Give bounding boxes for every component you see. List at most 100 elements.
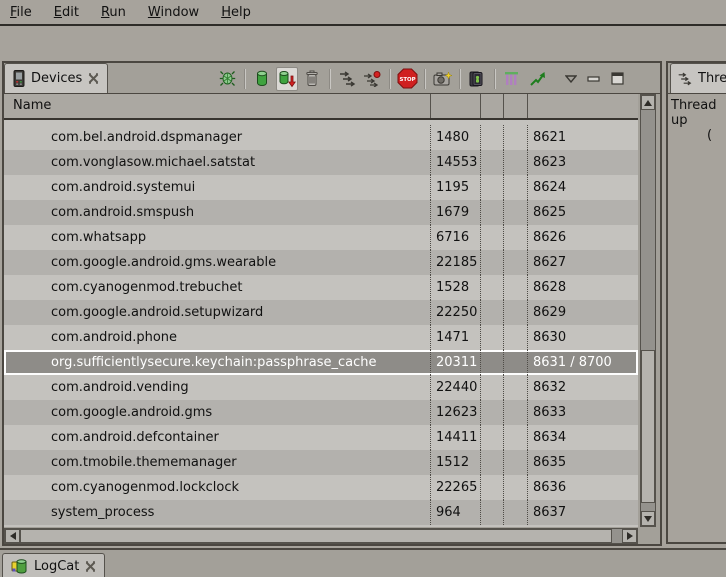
cell-empty1: [480, 400, 503, 425]
menu-item-edit[interactable]: Edit: [54, 5, 79, 20]
cell-empty2: [503, 250, 527, 275]
table-row[interactable]: com.bel.android.dspmanager 1480 8621: [4, 125, 638, 150]
toolbar-separator: [241, 69, 248, 89]
table-row[interactable]: org.sufficientlysecure.keychain:passphra…: [4, 350, 638, 375]
cell-pid: 6716: [430, 225, 480, 250]
table-row[interactable]: com.whatsapp 6716 8626: [4, 225, 638, 250]
cell-pid: 22265: [430, 475, 480, 500]
table-row[interactable]: com.google.android.setupwizard 22250 862…: [4, 300, 638, 325]
logcat-icon: [11, 559, 28, 574]
column-header-pid[interactable]: [430, 94, 480, 118]
cell-process-name: com.cyanogenmod.lockclock: [4, 475, 430, 500]
menu-item-window[interactable]: Window: [148, 5, 199, 20]
cell-pid: 22440: [430, 375, 480, 400]
cell-empty1: [480, 450, 503, 475]
cell-empty2: [503, 500, 527, 525]
cell-port: 8634: [527, 425, 638, 450]
minimize-icon[interactable]: [587, 74, 601, 83]
cell-empty1: [480, 275, 503, 300]
table-row[interactable]: com.vonglasow.michael.satstat 14553 8623: [4, 150, 638, 175]
threads-tabrow: Threa: [668, 63, 726, 94]
table-row[interactable]: com.android.vending 22440 8632: [4, 375, 638, 400]
table-row[interactable]: com.cyanogenmod.lockclock 22265 8636: [4, 475, 638, 500]
start-method-profiling-icon[interactable]: [361, 67, 383, 91]
horizontal-scrollbar[interactable]: [4, 528, 638, 544]
cell-process-name: com.android.systemui: [4, 175, 430, 200]
view-menu-chevron-icon[interactable]: [565, 75, 577, 83]
cell-process-name: com.cyanogenmod.trebuchet: [4, 275, 430, 300]
tab-logcat[interactable]: LogCat: [2, 553, 105, 577]
menu-item-run[interactable]: Run: [101, 5, 126, 20]
column-header-name[interactable]: Name: [4, 94, 430, 118]
menu-item-file[interactable]: File: [10, 5, 32, 20]
scroll-left-button[interactable]: [5, 529, 20, 543]
device-screen-capture-icon[interactable]: [466, 67, 488, 91]
devices-panel: Devices: [2, 61, 662, 546]
tab-devices[interactable]: Devices: [4, 63, 108, 93]
screen-capture-camera-icon[interactable]: [431, 67, 453, 91]
cell-pid: 1195: [430, 175, 480, 200]
cell-empty2: [503, 350, 527, 375]
table-row[interactable]: com.android.defcontainer 14411 8634: [4, 425, 638, 450]
cell-port: 8633: [527, 400, 638, 425]
update-heap-icon[interactable]: [251, 67, 273, 91]
stop-label: STOP: [399, 77, 415, 83]
threads-tab-label: Threa: [698, 71, 726, 86]
column-header-port[interactable]: [527, 94, 638, 118]
column-header-empty1[interactable]: [480, 94, 503, 118]
maximize-icon[interactable]: [611, 72, 624, 85]
cell-empty1: [480, 250, 503, 275]
cell-pid: 1528: [430, 275, 480, 300]
table-row[interactable]: com.cyanogenmod.trebuchet 1528 8628: [4, 275, 638, 300]
arrow-left-icon: [10, 532, 16, 540]
table-row[interactable]: com.android.smspush 1679 8625: [4, 200, 638, 225]
dump-hprof-icon[interactable]: [276, 67, 298, 91]
table-row[interactable]: com.tmobile.thememanager 1512 8635: [4, 450, 638, 475]
stop-icon[interactable]: STOP: [396, 67, 418, 91]
cell-empty1: [480, 200, 503, 225]
cell-pid: 1480: [430, 125, 480, 150]
cause-gc-trash-icon[interactable]: [301, 67, 323, 91]
debug-icon[interactable]: [216, 67, 238, 91]
scroll-down-button[interactable]: [641, 511, 655, 526]
cell-empty1: [480, 225, 503, 250]
vertical-scroll-thumb[interactable]: [641, 350, 655, 503]
update-threads-icon[interactable]: [336, 67, 358, 91]
cell-process-name: system_process: [4, 500, 430, 525]
close-icon[interactable]: [88, 73, 99, 84]
devices-view-toolbar: STOP: [216, 65, 624, 92]
view-window-buttons: [565, 72, 624, 85]
toolbar-separator: [421, 69, 428, 89]
table-row[interactable]: system_process 964 8637: [4, 500, 638, 525]
cell-process-name: com.google.android.gms: [4, 400, 430, 425]
cell-process-name: com.google.android.gms.wearable: [4, 250, 430, 275]
close-icon[interactable]: [85, 561, 96, 572]
cell-empty1: [480, 175, 503, 200]
table-row[interactable]: com.google.android.gms.wearable 22185 86…: [4, 250, 638, 275]
menu-item-help[interactable]: Help: [221, 5, 251, 20]
vertical-scrollbar[interactable]: [640, 94, 656, 527]
cell-pid: 14553: [430, 150, 480, 175]
arrow-right-icon: [627, 532, 633, 540]
tab-threads[interactable]: Threa: [670, 63, 726, 93]
threads-message-line2: (: [671, 128, 726, 143]
capture-system-trace-icon[interactable]: [501, 67, 523, 91]
table-row[interactable]: com.android.systemui 1195 8624: [4, 175, 638, 200]
cell-port: 8636: [527, 475, 638, 500]
refresh-arrow-icon[interactable]: [526, 67, 548, 91]
column-header-empty2[interactable]: [503, 94, 527, 118]
cell-empty2: [503, 375, 527, 400]
threads-message-line1: Thread up: [671, 98, 726, 128]
cell-empty1: [480, 125, 503, 150]
cell-empty1: [480, 350, 503, 375]
cell-empty2: [503, 400, 527, 425]
scroll-up-button[interactable]: [641, 95, 655, 110]
threads-panel: Threa Thread up (: [666, 61, 726, 544]
horizontal-scroll-thumb[interactable]: [20, 529, 612, 543]
table-row[interactable]: com.google.android.gms 12623 8633: [4, 400, 638, 425]
table-row[interactable]: com.android.phone 1471 8630: [4, 325, 638, 350]
scroll-right-button[interactable]: [622, 529, 637, 543]
cell-process-name: com.vonglasow.michael.satstat: [4, 150, 430, 175]
logcat-tab-label: LogCat: [34, 559, 79, 574]
cell-port: 8623: [527, 150, 638, 175]
